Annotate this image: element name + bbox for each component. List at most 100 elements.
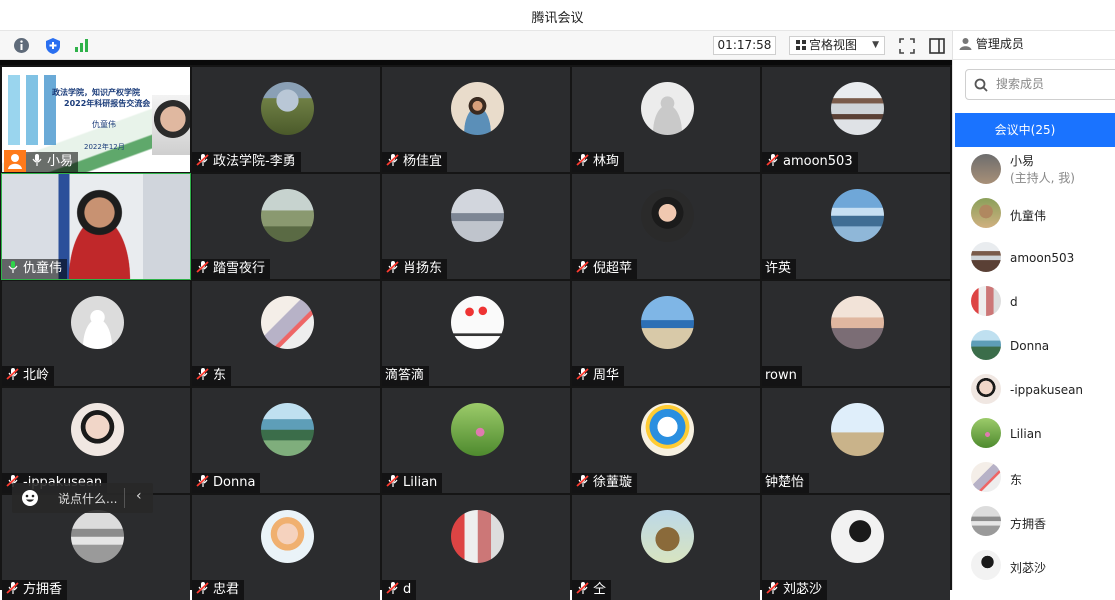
participant-tile[interactable]: 政法学院，知识产权学院 2022年科研报告交流会 仇童伟 2022年12月 小易 (2, 67, 190, 172)
participant-tile[interactable]: d (382, 495, 570, 600)
member-list-item[interactable]: 仇童伟 (953, 192, 1115, 236)
member-list-item[interactable]: 方拥香 (953, 500, 1115, 544)
participant-name: 东 (192, 366, 232, 386)
participant-name: 许英 (762, 259, 797, 279)
mic-muted-icon (386, 154, 399, 166)
participant-name-text: 小易 (47, 154, 74, 169)
participant-tile[interactable]: rown (762, 281, 950, 386)
participant-avatar (641, 296, 694, 349)
participant-tile[interactable]: 东 (192, 281, 380, 386)
participant-tile[interactable]: 杨佳宜 (382, 67, 570, 172)
participant-name-text: 杨佳宜 (403, 154, 443, 169)
participant-tile[interactable]: 仇童伟 (1, 173, 191, 280)
participant-name-text: 林珣 (593, 154, 620, 169)
collapse-chevron-icon[interactable]: ‹ (136, 488, 142, 504)
member-list-item[interactable]: amoon503 (953, 236, 1115, 280)
participant-name: 杨佳宜 (382, 152, 448, 172)
member-list-item[interactable]: Donna (953, 324, 1115, 368)
participant-avatar (831, 296, 884, 349)
participant-avatar (641, 189, 694, 242)
participant-tile[interactable]: 刘苾沙 (762, 495, 950, 600)
mic-muted-icon (6, 368, 19, 380)
member-avatar (971, 418, 1001, 448)
presenter-pip (152, 95, 190, 155)
window-title: 腾讯会议 (531, 11, 584, 26)
participant-avatar (261, 403, 314, 456)
participant-name: 钟楚怡 (762, 473, 810, 493)
member-name: -ippakusean (1010, 383, 1084, 397)
view-mode-dropdown[interactable]: 宫格视图 ▼ (789, 36, 885, 55)
participant-name-text: 周华 (593, 368, 620, 383)
mic-muted-icon (576, 368, 589, 380)
participant-tile[interactable]: 林珣 (572, 67, 760, 172)
mic-muted-icon (766, 582, 779, 594)
participant-tile[interactable]: 许英 (762, 174, 950, 279)
participant-name: 倪超苹 (572, 259, 638, 279)
participant-tile[interactable]: 政法学院-李勇 (192, 67, 380, 172)
participant-tile[interactable]: 钟楚怡 (762, 388, 950, 493)
member-list-item[interactable]: d (953, 280, 1115, 324)
member-avatar (971, 550, 1001, 580)
participant-name-text: 北岭 (23, 368, 50, 383)
tab-in-meeting[interactable]: 会议中(25) (955, 113, 1115, 147)
mic-on-icon (32, 154, 42, 166)
participant-name-text: 政法学院-李勇 (213, 154, 296, 169)
participant-name-text: 钟楚怡 (765, 475, 805, 490)
mic-muted-icon (6, 582, 19, 594)
info-icon[interactable] (12, 36, 31, 55)
mic-muted-icon (576, 154, 589, 166)
participant-tile[interactable]: 忠君 (192, 495, 380, 600)
member-search-input[interactable]: 搜索成员 (965, 69, 1115, 100)
mic-active-icon (8, 261, 18, 273)
participant-name: 肖扬东 (382, 259, 448, 279)
participant-name: 方拥香 (2, 580, 68, 600)
member-avatar (971, 286, 1001, 316)
fullscreen-icon[interactable] (897, 36, 916, 55)
sidebar-toggle-icon[interactable] (927, 36, 946, 55)
participant-name-text: 东 (213, 368, 227, 383)
participant-tile[interactable]: 滴答滴 (382, 281, 570, 386)
participant-tile[interactable]: 仝 (572, 495, 760, 600)
participant-name: 北岭 (2, 366, 55, 386)
participant-name: 仝 (572, 580, 612, 600)
member-name: 方拥香 (1010, 517, 1047, 531)
participant-tile[interactable]: -ippakusean (2, 388, 190, 493)
participant-tile[interactable]: 徐蕫璇 (572, 388, 760, 493)
participant-avatar (641, 510, 694, 563)
shield-icon[interactable] (43, 36, 62, 55)
member-list-item[interactable]: 小易 (主持人, 我) (953, 148, 1115, 192)
participant-name-text: 徐蕫璇 (593, 475, 633, 490)
participant-avatar (261, 296, 314, 349)
participant-tile[interactable]: Donna (192, 388, 380, 493)
participant-name: 刘苾沙 (762, 580, 828, 600)
participant-name: 小易 (26, 152, 79, 172)
participant-avatar (71, 510, 124, 563)
sidebar-header: 管理成员 (953, 31, 1115, 60)
chat-placeholder: 说点什么... (58, 492, 118, 506)
chat-input-bar[interactable]: 说点什么... ‹ (12, 483, 153, 513)
participant-name: 政法学院-李勇 (192, 152, 301, 172)
member-name: Donna (1010, 339, 1050, 353)
emoji-icon[interactable] (21, 489, 39, 507)
member-list-item[interactable]: 东 (953, 456, 1115, 500)
participant-avatar (831, 82, 884, 135)
participant-name-text: 仇童伟 (23, 261, 63, 276)
participant-tile[interactable]: 倪超苹 (572, 174, 760, 279)
member-list-item[interactable]: -ippakusean (953, 368, 1115, 412)
member-list-item[interactable]: Lilian (953, 412, 1115, 456)
mic-muted-icon (576, 582, 589, 594)
participant-name-text: 肖扬东 (403, 261, 443, 276)
participant-avatar (451, 510, 504, 563)
participant-tile[interactable]: Lilian (382, 388, 570, 493)
participant-tile[interactable]: 周华 (572, 281, 760, 386)
view-mode-label: 宫格视图 (809, 38, 858, 52)
participant-tile[interactable]: 北岭 (2, 281, 190, 386)
signal-icon[interactable] (73, 36, 92, 55)
slide-graphic (8, 75, 68, 145)
participant-tile[interactable]: amoon503 (762, 67, 950, 172)
member-list-item[interactable]: 刘苾沙 (953, 544, 1115, 588)
participant-avatar (71, 403, 124, 456)
participant-tile[interactable]: 肖扬东 (382, 174, 570, 279)
participant-avatar (831, 510, 884, 563)
participant-tile[interactable]: 踏雪夜行 (192, 174, 380, 279)
